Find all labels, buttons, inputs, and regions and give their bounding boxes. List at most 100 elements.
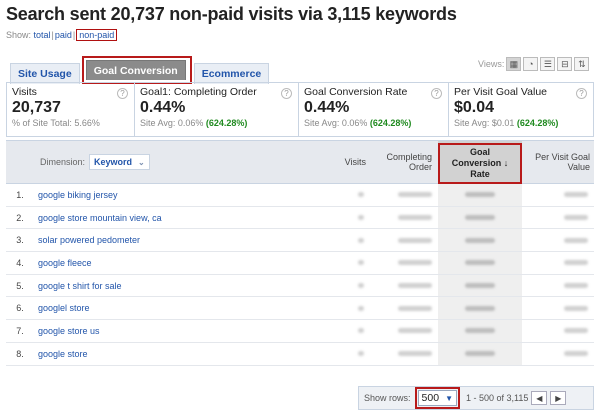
completing-order-cell xyxy=(374,229,438,251)
completing-order-cell xyxy=(374,207,438,229)
per-visit-goal-value-cell xyxy=(522,207,594,229)
goal-conversion-rate-cell xyxy=(438,320,522,342)
help-icon[interactable]: ? xyxy=(431,88,442,99)
dimension-dropdown[interactable]: Keyword ⌄ xyxy=(89,154,150,170)
visits-cell xyxy=(304,320,374,342)
summary-visits: Visits 20,737 % of Site Total: 5.66% ? xyxy=(7,83,135,136)
summary-scorecard: Visits 20,737 % of Site Total: 5.66% ? G… xyxy=(6,82,594,137)
visits-cell xyxy=(304,184,374,206)
per-visit-goal-value-cell xyxy=(522,252,594,274)
table-row: 6. googlel store xyxy=(6,297,594,321)
row-number: 8. xyxy=(16,348,24,359)
compare-view-icon[interactable]: ⊟ xyxy=(557,57,573,71)
per-visit-goal-value-cell xyxy=(522,184,594,206)
row-number: 2. xyxy=(16,212,24,223)
report-tabs: Site Usage Goal Conversion Ecommerce xyxy=(10,56,271,84)
visits-cell xyxy=(304,343,374,365)
keyword-link[interactable]: google store xyxy=(34,343,304,365)
tab-highlight: Goal Conversion xyxy=(81,56,192,84)
show-nonpaid-link[interactable]: non-paid xyxy=(76,29,118,41)
table-row: 7. google store us xyxy=(6,320,594,343)
keyword-link[interactable]: google store us xyxy=(34,320,304,342)
row-number: 4. xyxy=(16,257,24,268)
rows-per-page-select[interactable]: 500 ▼ xyxy=(417,390,457,406)
summary-completing-order: Goal1: Completing Order 0.44% Site Avg: … xyxy=(135,83,299,136)
views-label: Views: xyxy=(478,59,505,69)
help-icon[interactable]: ? xyxy=(576,88,587,99)
visits-cell xyxy=(304,252,374,274)
goal-conversion-rate-cell xyxy=(438,184,522,206)
tab-goal-conversion[interactable]: Goal Conversion xyxy=(85,60,186,80)
prev-page-button[interactable]: ◀ xyxy=(531,391,548,405)
per-visit-goal-value-cell xyxy=(522,343,594,365)
col-completing-order[interactable]: Completing Order xyxy=(374,141,438,183)
show-paid-link[interactable]: paid xyxy=(55,30,72,40)
goal-conversion-rate-cell xyxy=(438,297,522,320)
completing-order-cell xyxy=(374,275,438,297)
pagination: Show rows: 500 ▼ 1 - 500 of 3,115 ◀ ▶ xyxy=(358,386,594,410)
visits-cell xyxy=(304,229,374,251)
col-goal-conversion-rate[interactable]: Goal Conversion ↓ Rate xyxy=(438,141,522,185)
row-number: 1. xyxy=(16,189,24,200)
table-view-icon[interactable]: ▦ xyxy=(506,57,522,71)
chevron-down-icon: ▼ xyxy=(445,393,453,403)
table-row: 1. google biking jersey xyxy=(6,184,594,207)
table-row: 4. google fleece xyxy=(6,252,594,275)
dimension-label: Dimension: xyxy=(40,157,86,167)
row-number: 5. xyxy=(16,280,24,291)
keyword-link[interactable]: google store mountain view, ca xyxy=(34,207,304,229)
table-row: 5. google t shirt for sale xyxy=(6,274,594,298)
row-number: 6. xyxy=(16,303,24,314)
next-page-button[interactable]: ▶ xyxy=(550,391,567,405)
tab-ecommerce[interactable]: Ecommerce xyxy=(193,63,270,84)
row-number: 3. xyxy=(16,235,24,246)
keyword-link[interactable]: google fleece xyxy=(34,252,304,274)
row-number: 7. xyxy=(16,325,24,336)
show-filter: Show: total|paid| non-paid xyxy=(6,29,118,41)
completing-order-cell xyxy=(374,320,438,342)
rows-highlight: 500 ▼ xyxy=(414,387,460,409)
visits-cell xyxy=(304,297,374,319)
summary-goal-conversion-rate: Goal Conversion Rate 0.44% Site Avg: 0.0… xyxy=(299,83,449,136)
help-icon[interactable]: ? xyxy=(117,88,128,99)
goal-conversion-rate-cell xyxy=(438,252,522,274)
show-rows-label: Show rows: xyxy=(364,393,411,403)
col-per-visit-goal-value[interactable]: Per Visit Goal Value xyxy=(522,141,594,183)
col-visits[interactable]: Visits xyxy=(304,141,374,183)
bar-view-icon[interactable]: ☰ xyxy=(540,57,556,71)
pivot-view-icon[interactable]: ⇅ xyxy=(574,57,590,71)
chevron-down-icon: ⌄ xyxy=(138,157,145,167)
page-range: 1 - 500 of 3,115 xyxy=(465,393,529,403)
help-icon[interactable]: ? xyxy=(281,88,292,99)
goal-conversion-rate-cell xyxy=(438,274,522,297)
goal-conversion-rate-cell xyxy=(438,342,522,365)
completing-order-cell xyxy=(374,184,438,206)
table-header: Dimension: Keyword ⌄ Visits Completing Or… xyxy=(6,140,594,185)
visits-cell xyxy=(304,207,374,229)
tab-site-usage[interactable]: Site Usage xyxy=(10,63,80,84)
table-body: 1. google biking jersey 2. google store mou… xyxy=(6,184,594,366)
table-row: 8. google store xyxy=(6,342,594,366)
completing-order-cell xyxy=(374,252,438,274)
pie-view-icon[interactable]: ◔ xyxy=(523,57,539,71)
page-title: Search sent 20,737 non-paid visits via 3… xyxy=(6,4,457,24)
sorted-column-highlight: Goal Conversion ↓ Rate xyxy=(438,142,522,184)
table-row: 3. solar powered pedometer xyxy=(6,229,594,253)
keyword-link[interactable]: google t shirt for sale xyxy=(34,275,304,297)
completing-order-cell xyxy=(374,343,438,365)
table-row: 2. google store mountain view, ca xyxy=(6,206,594,230)
summary-per-visit-goal-value: Per Visit Goal Value $0.04 Site Avg: $0.… xyxy=(449,83,593,136)
show-label: Show: xyxy=(6,30,32,40)
per-visit-goal-value-cell xyxy=(522,320,594,342)
keyword-link[interactable]: solar powered pedometer xyxy=(34,229,304,251)
view-switcher: Views: ▦ ◔ ☰ ⊟ ⇅ xyxy=(478,57,590,71)
goal-conversion-rate-cell xyxy=(438,206,522,229)
completing-order-cell xyxy=(374,297,438,319)
show-total-link[interactable]: total xyxy=(34,30,51,40)
per-visit-goal-value-cell xyxy=(522,229,594,251)
keyword-table: Dimension: Keyword ⌄ Visits Completing Or… xyxy=(6,140,594,366)
per-visit-goal-value-cell xyxy=(522,297,594,319)
keyword-link[interactable]: googlel store xyxy=(34,297,304,319)
visits-cell xyxy=(304,275,374,297)
keyword-link[interactable]: google biking jersey xyxy=(34,184,304,206)
